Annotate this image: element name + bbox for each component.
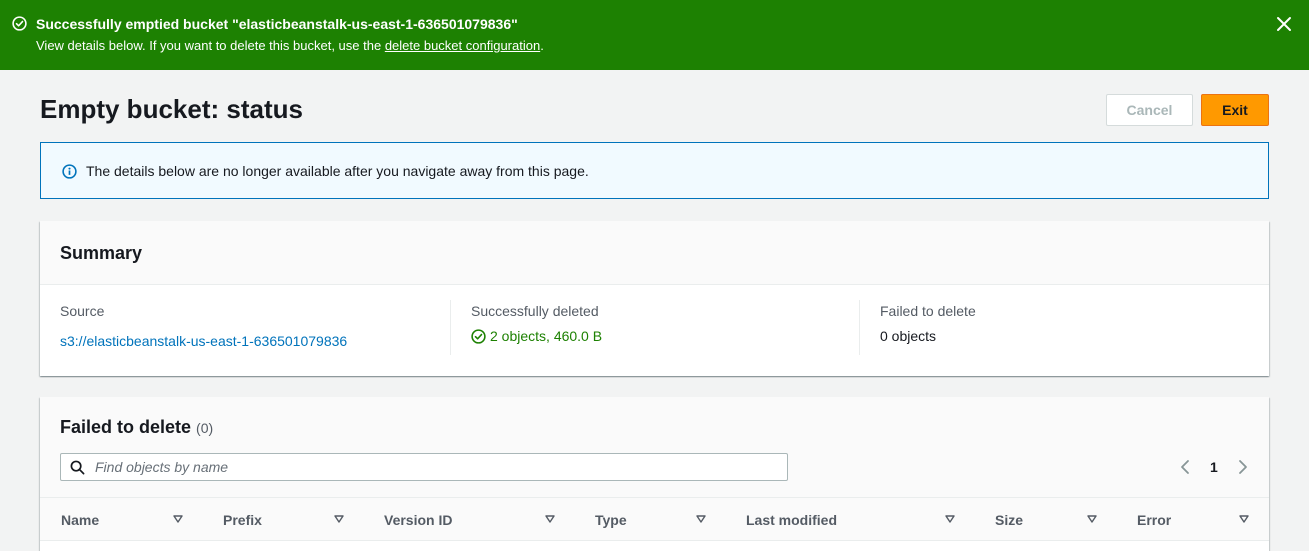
failed-label: Failed to delete	[880, 303, 976, 319]
column-divider	[575, 498, 576, 541]
flash-description-text: View details below. If you want to delet…	[36, 38, 385, 53]
info-icon	[62, 164, 77, 179]
summary-header: Summary	[40, 221, 1269, 285]
column-header-name[interactable]: Name	[61, 498, 183, 541]
column-divider	[450, 300, 451, 355]
source-label: Source	[60, 303, 105, 319]
column-divider	[203, 498, 204, 541]
column-divider	[364, 498, 365, 541]
column-header-last-modified[interactable]: Last modified	[746, 498, 955, 541]
column-divider	[726, 498, 727, 541]
failed-header	[40, 397, 1269, 497]
success-flash-banner: Successfully emptied bucket "elasticbean…	[0, 0, 1309, 70]
flash-description: View details below. If you want to delet…	[36, 38, 544, 54]
column-header-label: Last modified	[746, 511, 838, 528]
source-link[interactable]: s3://elasticbeanstalk-us-east-1-63650107…	[60, 333, 347, 350]
search-icon	[70, 460, 85, 475]
table-header: Name Prefix Version ID Type Last modifie…	[40, 497, 1269, 541]
column-header-label: Prefix	[223, 511, 262, 528]
column-header-type[interactable]: Type	[595, 498, 706, 541]
info-alert: The details below are no longer availabl…	[40, 142, 1269, 199]
column-header-error[interactable]: Error	[1137, 498, 1249, 541]
sort-caret-icon	[334, 515, 344, 523]
column-header-prefix[interactable]: Prefix	[223, 498, 344, 541]
sort-caret-icon	[1239, 515, 1249, 523]
column-header-size[interactable]: Size	[995, 498, 1097, 541]
sort-caret-icon	[545, 515, 555, 523]
column-header-version-id[interactable]: Version ID	[384, 498, 555, 541]
flash-description-end: .	[540, 38, 544, 53]
sort-caret-icon	[173, 515, 183, 523]
summary-title: Summary	[60, 243, 143, 263]
deleted-label: Successfully deleted	[471, 303, 599, 319]
delete-bucket-configuration-link[interactable]: delete bucket configuration	[385, 38, 540, 53]
sort-caret-icon	[945, 515, 955, 523]
summary-failed: Failed to delete 0 objects	[880, 303, 976, 345]
page-number[interactable]: 1	[1210, 459, 1218, 476]
column-divider	[975, 498, 976, 541]
column-header-label: Version ID	[384, 511, 453, 528]
summary-source: Source s3://elasticbeanstalk-us-east-1-6…	[60, 303, 347, 350]
failed-title: Failed to delete (0)	[60, 416, 213, 439]
failed-to-delete-panel: Failed to delete (0) 1 Name Prefix Versi…	[40, 397, 1269, 551]
column-divider	[859, 300, 860, 355]
search-input[interactable]	[95, 457, 775, 477]
column-header-label: Type	[595, 511, 627, 528]
cancel-button[interactable]: Cancel	[1106, 94, 1193, 126]
column-header-label: Error	[1137, 511, 1172, 528]
search-box[interactable]	[60, 453, 788, 481]
chevron-left-icon[interactable]	[1179, 459, 1191, 475]
summary-deleted: Successfully deleted 2 objects, 460.0 B	[471, 303, 602, 345]
summary-panel: Summary Source s3://elasticbeanstalk-us-…	[40, 221, 1269, 376]
exit-button[interactable]: Exit	[1201, 94, 1269, 126]
page-title: Empty bucket: status	[40, 94, 303, 124]
failed-title-text: Failed to delete	[60, 417, 192, 437]
column-header-label: Size	[995, 511, 1024, 528]
column-header-label: Name	[61, 511, 100, 528]
sort-caret-icon	[696, 515, 706, 523]
failed-count: (0)	[196, 420, 214, 436]
info-alert-text: The details below are no longer availabl…	[86, 163, 589, 179]
success-check-icon	[471, 329, 486, 344]
close-icon[interactable]	[1275, 15, 1293, 33]
column-divider	[1117, 498, 1118, 541]
deleted-value: 2 objects, 460.0 B	[471, 328, 602, 345]
chevron-right-icon[interactable]	[1237, 459, 1249, 475]
sort-caret-icon	[1087, 515, 1097, 523]
check-circle-icon	[12, 16, 27, 31]
deleted-value-text: 2 objects, 460.0 B	[490, 328, 603, 344]
flash-title: Successfully emptied bucket "elasticbean…	[36, 16, 518, 32]
failed-value: 0 objects	[880, 328, 937, 344]
